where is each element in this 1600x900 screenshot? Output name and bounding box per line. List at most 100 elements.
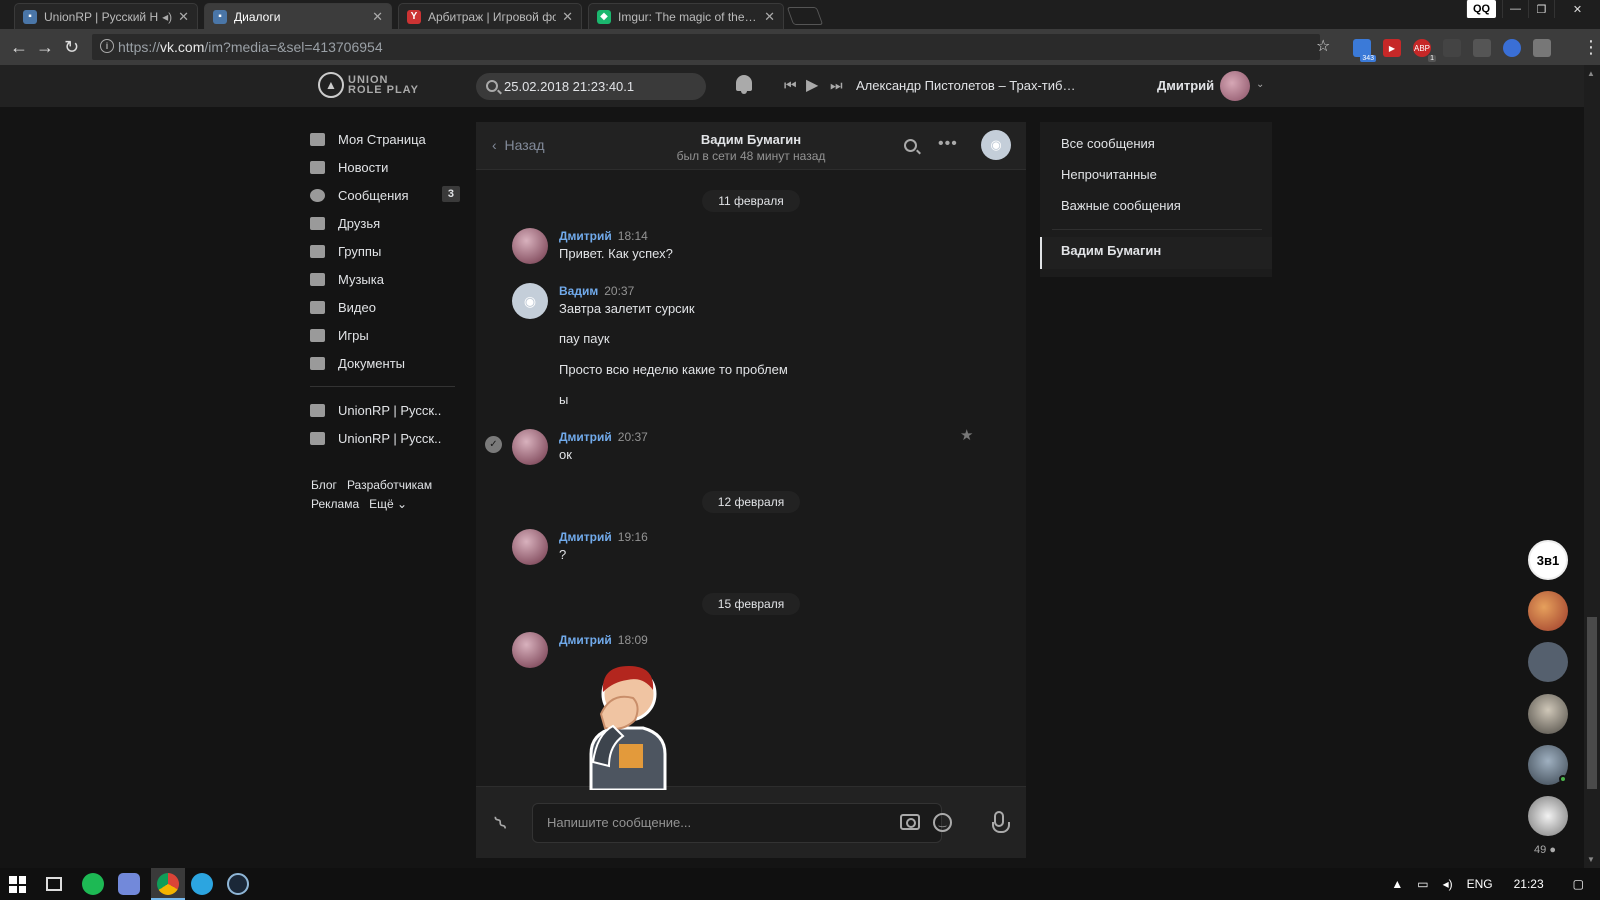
author-name[interactable]: Дмитрий	[559, 229, 612, 243]
next-track-icon[interactable]: ⏭	[830, 77, 843, 94]
sidebar-item-messages[interactable]: Сообщения 3	[310, 181, 460, 209]
online-friends-count[interactable]: 49 ●	[1534, 844, 1556, 856]
spotify-icon[interactable]	[82, 873, 104, 895]
extension-gray-icon[interactable]	[1443, 39, 1461, 57]
extension-video-icon[interactable]: ▶	[1383, 39, 1401, 57]
language-indicator[interactable]: ENG	[1467, 877, 1493, 891]
filter-important[interactable]: Важные сообщения	[1061, 198, 1181, 213]
close-tab-icon[interactable]: ✕	[764, 9, 775, 25]
sidebar-item-group-2[interactable]: UnionRP | Русск..	[310, 424, 460, 452]
peer-avatar[interactable]: ◉	[981, 130, 1011, 160]
nescafe-avatar[interactable]: 3в1	[1528, 540, 1568, 580]
friend-avatar[interactable]	[1528, 642, 1568, 682]
task-view-icon[interactable]	[46, 877, 62, 891]
friend-avatar[interactable]	[1528, 694, 1568, 734]
filter-unread[interactable]: Непрочитанные	[1061, 167, 1157, 182]
new-tab-button[interactable]	[786, 7, 824, 25]
sidebar-item-video[interactable]: Видео	[310, 293, 460, 321]
extension-window-icon[interactable]	[1533, 39, 1551, 57]
friend-avatar[interactable]	[1528, 591, 1568, 631]
close-tab-icon[interactable]: ✕	[562, 9, 573, 25]
mark-important-star-icon[interactable]: ★	[960, 426, 973, 444]
sidebar-item-news[interactable]: Новости	[310, 153, 460, 181]
sidebar-item-documents[interactable]: Документы	[310, 349, 460, 377]
mute-icon[interactable]: ◂)	[162, 10, 172, 24]
user-name[interactable]: Дмитрий	[1157, 78, 1214, 93]
author-name[interactable]: Вадим	[559, 284, 598, 298]
close-tab-icon[interactable]: ✕	[178, 9, 189, 25]
address-bar[interactable]: i https://vk.com/im?media=&sel=413706954	[92, 34, 1320, 60]
attach-paperclip-icon[interactable]: ⌇	[489, 811, 513, 836]
microphone-icon[interactable]	[992, 811, 1010, 833]
minimize-icon[interactable]: —	[1502, 0, 1528, 18]
sidebar-item-games[interactable]: Игры	[310, 321, 460, 349]
maximize-icon[interactable]: ❐	[1528, 0, 1554, 18]
network-icon[interactable]: ▭	[1417, 877, 1428, 891]
back-arrow-icon[interactable]: ←	[10, 37, 28, 57]
extension-ghost-icon[interactable]	[1503, 39, 1521, 57]
chevron-up-icon[interactable]: ▲	[1391, 877, 1403, 891]
notifications-icon[interactable]: ▢	[1573, 877, 1584, 891]
link-blog[interactable]: Блог	[311, 478, 337, 492]
adblock-icon[interactable]: ABP 1	[1413, 39, 1436, 62]
tab-unionrp[interactable]: ▪ UnionRP | Русский H… ◂) ✕	[14, 3, 198, 29]
user-avatar[interactable]	[1220, 71, 1250, 101]
clock[interactable]: 21:23	[1514, 877, 1544, 891]
scrollbar-thumb[interactable]	[1587, 617, 1597, 789]
author-avatar[interactable]	[512, 228, 548, 264]
info-icon[interactable]: i	[100, 39, 114, 53]
message-input[interactable]: Напишите сообщение...	[532, 803, 942, 843]
notifications-bell-icon[interactable]	[736, 75, 752, 94]
link-developers[interactable]: Разработчикам	[347, 478, 432, 492]
link-more[interactable]: Ещё ⌄	[369, 497, 407, 511]
filter-all-messages[interactable]: Все сообщения	[1061, 136, 1155, 151]
bookmark-star-icon[interactable]: ☆	[1316, 37, 1330, 57]
scroll-down-arrow-icon[interactable]: ▼	[1587, 855, 1595, 864]
author-avatar[interactable]: ◉	[512, 283, 548, 319]
search-icon[interactable]	[904, 139, 917, 152]
play-icon[interactable]: ▶	[806, 75, 818, 95]
sidebar-item-music[interactable]: Музыка	[310, 265, 460, 293]
close-tab-icon[interactable]: ✕	[372, 9, 383, 25]
reload-icon[interactable]: ↻	[64, 37, 79, 57]
more-options-icon[interactable]: •••	[938, 135, 958, 153]
extension-calendar-icon[interactable]: 343	[1353, 39, 1376, 62]
author-name[interactable]: Дмитрий	[559, 430, 612, 444]
tab-dialogs[interactable]: ▪ Диалоги ✕	[204, 3, 392, 29]
extension-frame-icon[interactable]	[1473, 39, 1491, 57]
sidebar-item-friends[interactable]: Друзья	[310, 209, 460, 237]
emoji-smile-icon[interactable]: ‿	[933, 813, 952, 832]
now-playing-track[interactable]: Александр Пистолетов – Трах-тиб…	[856, 78, 1075, 93]
sidebar-item-group-1[interactable]: UnionRP | Русск..	[310, 396, 460, 424]
telegram-icon[interactable]	[191, 873, 213, 895]
close-window-icon[interactable]: ✕	[1554, 0, 1600, 18]
site-logo[interactable]: ▲ UNION ROLE PLAY	[318, 72, 419, 98]
windows-start-icon[interactable]	[9, 876, 26, 893]
tab-arbitrage[interactable]: Y Арбитраж | Игровой фо… ✕	[398, 3, 582, 29]
author-avatar[interactable]	[512, 529, 548, 565]
friend-avatar[interactable]	[1528, 745, 1568, 785]
sidebar-item-my-page[interactable]: Моя Страница	[310, 125, 460, 153]
active-dialog-name[interactable]: Вадим Бумагин	[1061, 243, 1161, 258]
search-input[interactable]: 25.02.2018 21:23:40.1	[476, 73, 706, 100]
message-selected-check-icon[interactable]: ✓	[485, 436, 502, 453]
author-avatar[interactable]	[512, 429, 548, 465]
qq-extension-button[interactable]: QQ	[1466, 0, 1496, 18]
tab-imgur[interactable]: ◆ Imgur: The magic of the… ✕	[588, 3, 784, 29]
page-scrollbar[interactable]: ▲ ▼	[1584, 65, 1600, 868]
author-name[interactable]: Дмитрий	[559, 530, 612, 544]
chrome-menu-icon[interactable]: ⋮	[1582, 37, 1600, 57]
previous-track-icon[interactable]: ⏮	[784, 77, 797, 94]
camera-icon[interactable]	[900, 814, 920, 830]
volume-icon[interactable]: ◂)	[1443, 877, 1453, 891]
author-name[interactable]: Дмитрий	[559, 633, 612, 647]
chevron-down-icon[interactable]: ⌄	[1256, 79, 1264, 90]
scroll-up-arrow-icon[interactable]: ▲	[1587, 69, 1595, 78]
forward-arrow-icon[interactable]: →	[36, 37, 54, 57]
friend-avatar[interactable]	[1528, 796, 1568, 836]
chrome-icon[interactable]	[157, 873, 179, 895]
sidebar-item-groups[interactable]: Группы	[310, 237, 460, 265]
steam-icon[interactable]	[227, 873, 249, 895]
link-ads[interactable]: Реклама	[311, 497, 359, 511]
author-avatar[interactable]	[512, 632, 548, 668]
